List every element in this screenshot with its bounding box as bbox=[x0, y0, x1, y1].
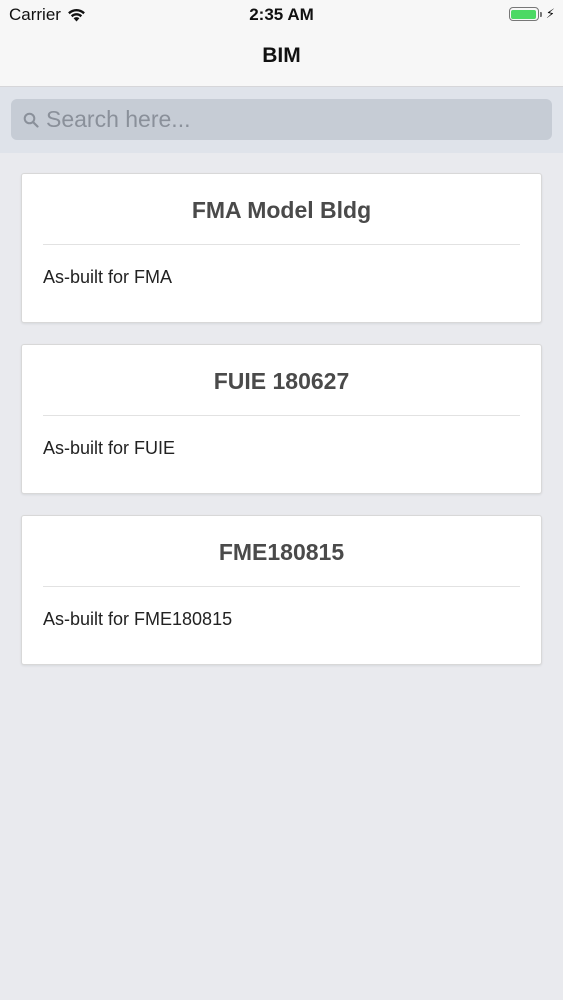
battery-body bbox=[508, 7, 539, 21]
card-divider bbox=[43, 244, 520, 245]
top-bar: Carrier 2:35 AM ⚡︎ BIM bbox=[0, 0, 563, 87]
page-title: BIM bbox=[262, 44, 301, 67]
battery-icon: ⚡︎ bbox=[508, 6, 555, 22]
project-card[interactable]: FMA Model Bldg As-built for FMA bbox=[21, 173, 542, 323]
battery-tip bbox=[539, 11, 542, 17]
project-card[interactable]: FME180815 As-built for FME180815 bbox=[21, 515, 542, 665]
project-list: FMA Model Bldg As-built for FMA FUIE 180… bbox=[21, 173, 542, 686]
project-description: As-built for FUIE bbox=[43, 438, 176, 458]
card-divider bbox=[43, 415, 520, 416]
app-screen: Carrier 2:35 AM ⚡︎ BIM Search here... FM… bbox=[0, 0, 563, 1000]
bolt-icon: ⚡︎ bbox=[545, 6, 555, 21]
status-time: 2:35 AM bbox=[249, 5, 314, 24]
project-description: As-built for FMA bbox=[43, 267, 173, 287]
battery-fill bbox=[511, 9, 537, 19]
project-card[interactable]: FUIE 180627 As-built for FUIE bbox=[21, 344, 542, 494]
project-title: FMA Model Bldg bbox=[191, 197, 372, 223]
search-field[interactable] bbox=[11, 99, 552, 140]
project-title: FUIE 180627 bbox=[213, 368, 350, 394]
search-bar bbox=[0, 87, 563, 153]
search-input[interactable] bbox=[46, 106, 526, 133]
card-divider bbox=[43, 586, 520, 587]
status-bar: Carrier 2:35 AM ⚡︎ bbox=[0, 0, 563, 30]
project-title: FME180815 bbox=[218, 539, 345, 565]
search-icon bbox=[23, 112, 39, 128]
project-description: As-built for FME180815 bbox=[43, 609, 233, 629]
